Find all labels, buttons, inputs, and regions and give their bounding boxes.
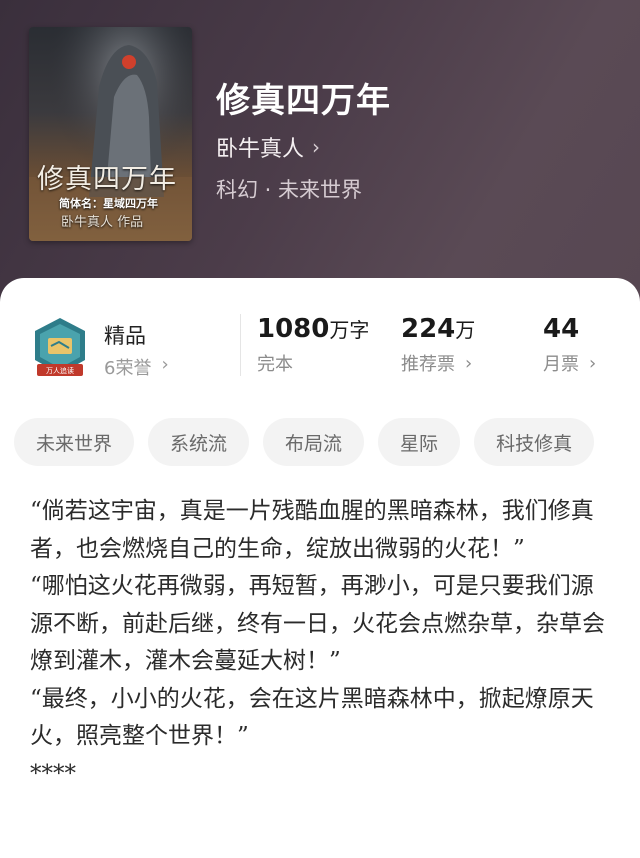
book-cover[interactable]: 修真四万年 简体名：星域四万年 卧牛真人 作品 [29,27,192,241]
stat-unit: 万 [455,318,476,342]
cover-title: 修真四万年 [37,164,177,195]
synopsis-paragraph: “倘若这宇宙，真是一片残酷血腥的黑暗森林，我们修真者，也会燃烧自己的生命，绽放出… [30,498,594,562]
detail-card: 万人追读 精品 6荣誉 › 1080万字 完本 224万 推荐票 › 44 月票 ›… [0,278,640,858]
stat-label: 推荐票 [401,354,455,375]
stat-label: 完本 [257,354,293,375]
stat-value: 1080 [257,314,330,344]
book-genre: 科幻 · 未来世界 [216,178,363,202]
honor-count: 6荣誉 [104,358,152,379]
chevron-right-icon: › [312,135,321,159]
quality-label: 精品 [104,324,146,348]
stat-value: 224 [401,314,456,344]
tag-list: 未来世界 系统流 布局流 星际 科技修真 [14,418,595,466]
book-title: 修真四万年 [216,81,391,121]
author-link[interactable]: 卧牛真人 › [216,131,320,163]
stat-value: 44 [543,314,580,344]
honor-link[interactable]: 6荣誉 › [104,354,169,380]
tag-chip[interactable]: 系统流 [148,418,250,466]
badge-ribbon-text: 万人追读 [46,366,74,375]
chevron-right-icon: › [589,352,597,374]
tag-chip[interactable]: 布局流 [263,418,365,466]
synopsis-paragraph: “哪怕这火花再微弱，再短暂，再渺小，可是只要我们源源不断，前赴后继，终有一日，火… [30,573,605,674]
cover-author: 卧牛真人 作品 [61,215,144,230]
synopsis-paragraph: “最终，小小的火花，会在这片黑暗森林中，掀起燎原天火，照亮整个世界！” [30,685,594,750]
stat-label: 月票 [543,354,579,375]
chevron-right-icon: › [465,352,473,374]
cover-subtitle: 简体名：星域四万年 [59,197,158,210]
tag-chip[interactable]: 科技修真 [474,418,595,466]
stat-monthly-votes[interactable]: 44 月票 › [543,314,596,376]
synopsis[interactable]: “倘若这宇宙，真是一片残酷血腥的黑暗森林，我们修真者，也会燃烧自己的生命，绽放出… [30,493,610,793]
divider [240,314,241,376]
author-name: 卧牛真人 [216,137,305,162]
tag-chip[interactable]: 星际 [378,418,461,466]
quality-badge-icon[interactable]: 万人追读 [31,316,89,380]
stat-word-count: 1080万字 完本 [257,314,369,376]
stat-unit: 万字 [329,318,370,342]
synopsis-paragraph: **** [30,760,76,787]
stat-recommend-votes[interactable]: 224万 推荐票 › [401,314,475,376]
tag-chip[interactable]: 未来世界 [14,418,135,466]
chevron-right-icon: › [161,354,169,375]
